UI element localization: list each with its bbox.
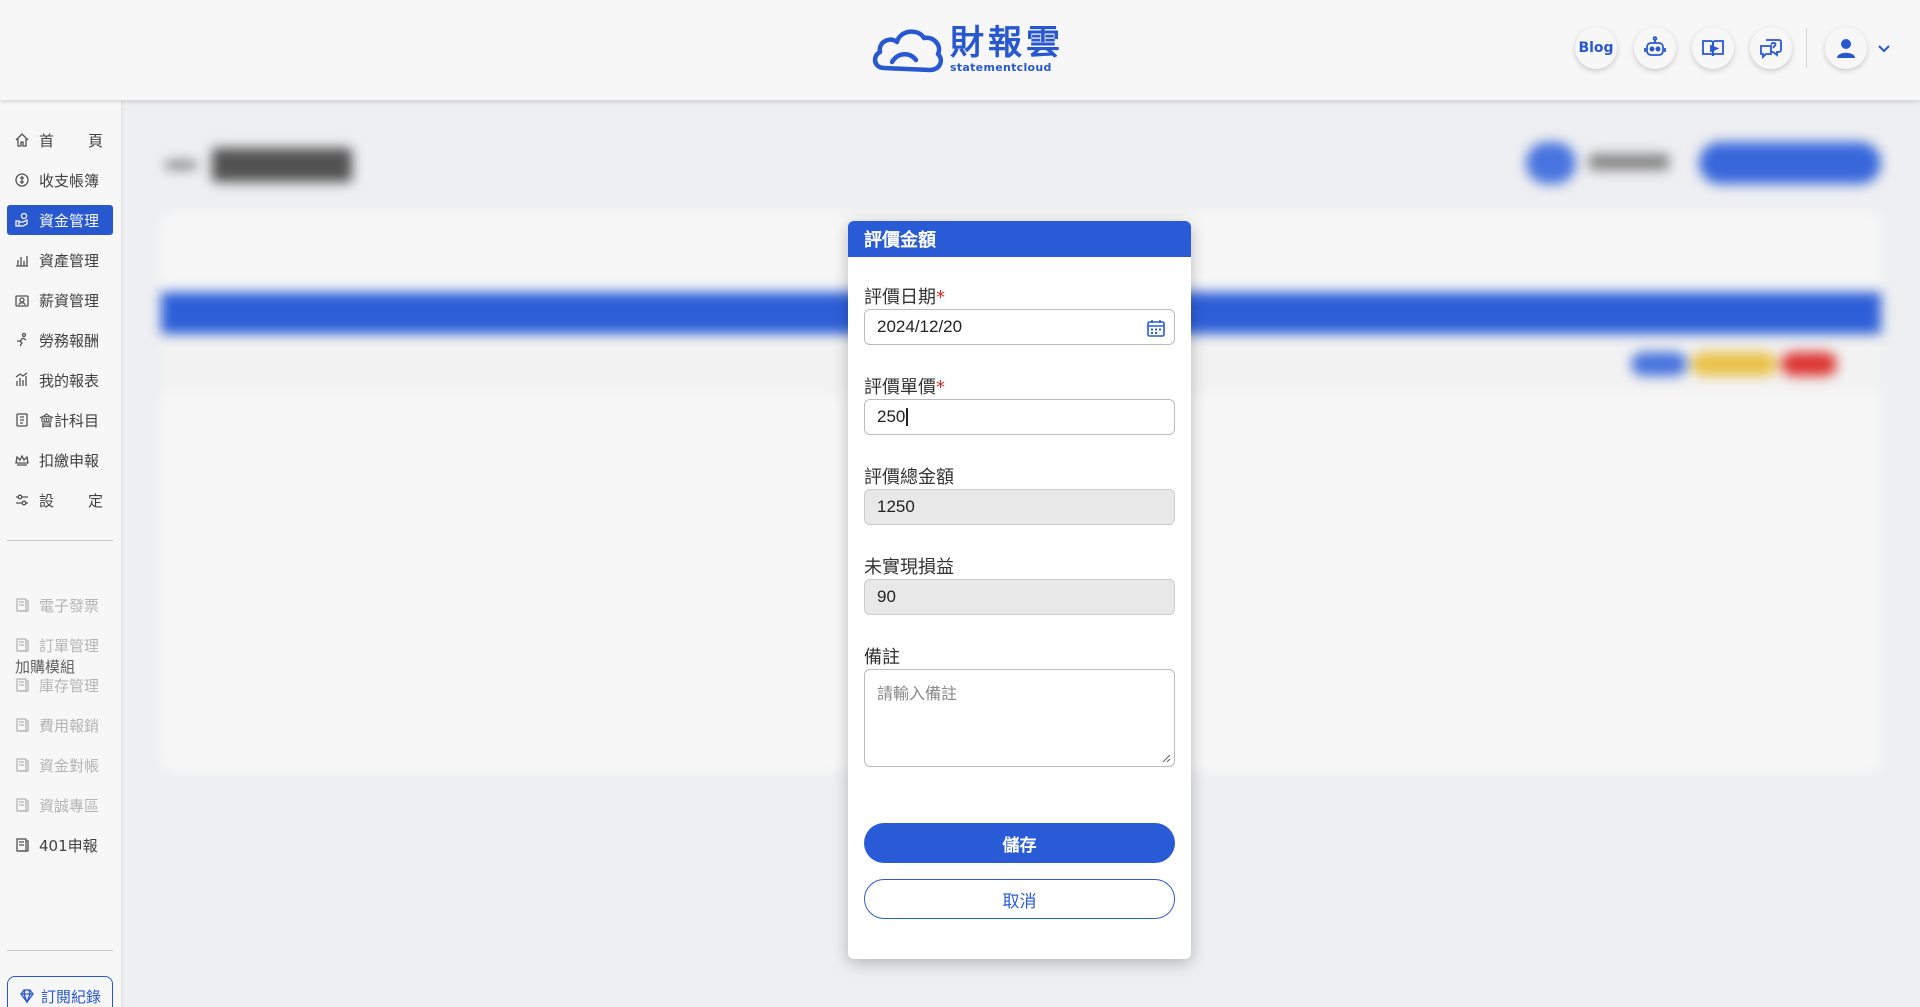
note-textarea[interactable]: 請輸入備註 <box>864 669 1175 767</box>
calendar-icon[interactable] <box>1146 318 1166 338</box>
valuation-date-field: 評價日期* 2024/12/20 <box>864 283 1175 345</box>
unit-price-input[interactable]: 250 <box>864 399 1175 435</box>
valuation-modal: 評價金額 評價日期* 2024/12/20 評價單價* 250 評價總金額 12… <box>848 221 1191 959</box>
save-button[interactable]: 儲存 <box>864 823 1175 863</box>
resize-grip-icon[interactable] <box>1161 753 1171 763</box>
unrealized-gain-field: 未實現損益 90 <box>864 553 1175 615</box>
total-amount-input: 1250 <box>864 489 1175 525</box>
total-amount-label: 評價總金額 <box>864 467 954 488</box>
total-amount-field: 評價總金額 1250 <box>864 463 1175 525</box>
note-field: 備註 請輸入備註 <box>864 643 1175 767</box>
note-placeholder: 請輸入備註 <box>877 686 958 703</box>
valuation-date-label: 評價日期* <box>864 287 945 308</box>
unrealized-gain-label: 未實現損益 <box>864 557 954 578</box>
unit-price-value: 250 <box>877 407 906 426</box>
unrealized-gain-input: 90 <box>864 579 1175 615</box>
note-label: 備註 <box>864 647 900 668</box>
modal-title: 評價金額 <box>848 221 1191 257</box>
unit-price-label: 評價單價* <box>864 377 945 398</box>
unit-price-field: 評價單價* 250 <box>864 373 1175 435</box>
total-amount-value: 1250 <box>877 497 915 516</box>
valuation-date-value: 2024/12/20 <box>877 317 963 336</box>
text-caret <box>906 408 908 426</box>
valuation-date-input[interactable]: 2024/12/20 <box>864 309 1175 345</box>
unrealized-gain-value: 90 <box>877 587 896 606</box>
cancel-button[interactable]: 取消 <box>864 879 1175 919</box>
